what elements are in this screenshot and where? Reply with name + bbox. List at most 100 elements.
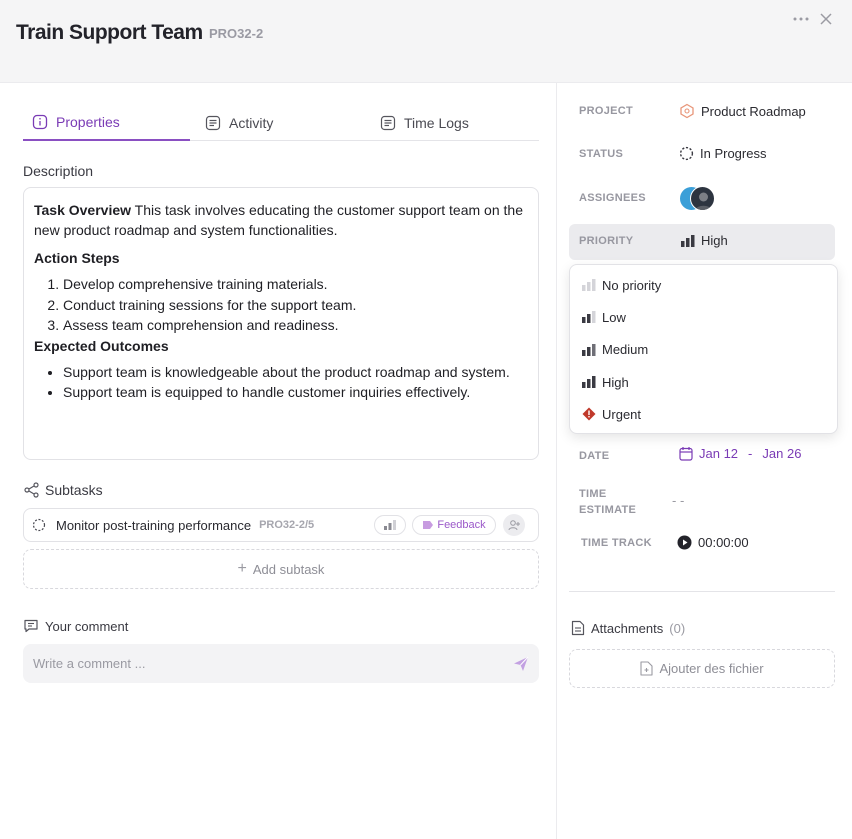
add-files-label: Ajouter des fichier bbox=[659, 661, 764, 676]
calendar-icon bbox=[679, 447, 693, 461]
tab-label: Time Logs bbox=[404, 115, 469, 131]
priority-option-low[interactable]: Low bbox=[570, 301, 837, 333]
track-value: 00:00:00 bbox=[698, 535, 749, 550]
date-end: Jan 26 bbox=[762, 446, 802, 461]
more-options-icon[interactable] bbox=[792, 10, 810, 28]
priority-bars-icon bbox=[384, 520, 396, 530]
time-estimate-label: TIME ESTIMATE bbox=[579, 486, 636, 518]
priority-selector[interactable]: High bbox=[681, 233, 728, 248]
date-selector[interactable]: Jan 12 - Jan 26 bbox=[679, 446, 801, 461]
high-priority-icon bbox=[582, 376, 596, 389]
status-value: In Progress bbox=[700, 146, 767, 161]
medium-priority-icon bbox=[582, 343, 596, 356]
list-item: Support team is knowledgeable about the … bbox=[63, 362, 528, 383]
status-selector[interactable]: In Progress bbox=[679, 146, 766, 161]
tab-time-logs[interactable]: Time Logs bbox=[380, 105, 469, 141]
urgent-icon bbox=[582, 407, 596, 421]
status-label: STATUS bbox=[579, 148, 624, 160]
priority-option-medium[interactable]: Medium bbox=[570, 334, 837, 366]
subtasks-header: Subtasks bbox=[23, 481, 103, 499]
add-files-button[interactable]: Ajouter des fichier bbox=[569, 649, 835, 688]
priority-dropdown: No priority Low Medium High Urgent bbox=[569, 264, 838, 434]
close-icon[interactable] bbox=[817, 10, 835, 28]
tag-label: Feedback bbox=[437, 519, 486, 531]
in-progress-icon bbox=[679, 146, 694, 161]
add-subtask-label: Add subtask bbox=[252, 561, 325, 577]
main-panel: Properties Activity Time Logs Descriptio… bbox=[0, 83, 557, 839]
priority-option-high[interactable]: High bbox=[570, 366, 837, 398]
date-start: Jan 12 bbox=[699, 446, 739, 461]
send-icon[interactable] bbox=[512, 655, 530, 673]
list-icon bbox=[205, 115, 221, 131]
option-label: Low bbox=[602, 309, 626, 325]
info-icon bbox=[32, 114, 48, 130]
option-label: Medium bbox=[602, 342, 649, 358]
project-value: Product Roadmap bbox=[701, 103, 806, 119]
task-header: Train Support Team PRO32-2 bbox=[0, 0, 852, 83]
add-user-icon bbox=[508, 520, 520, 531]
priority-bars-icon bbox=[681, 234, 695, 247]
tab-activity[interactable]: Activity bbox=[205, 105, 273, 141]
person-icon bbox=[695, 192, 712, 210]
plus-icon: + bbox=[237, 560, 247, 577]
comment-box bbox=[23, 644, 539, 683]
option-label: No priority bbox=[602, 277, 662, 293]
attachments-count: (0) bbox=[669, 620, 686, 636]
priority-value: High bbox=[701, 233, 728, 248]
avatar bbox=[690, 186, 715, 211]
add-subtask-button[interactable]: + Add subtask bbox=[23, 549, 539, 589]
subtask-name: Monitor post-training performance bbox=[56, 517, 252, 533]
comment-header: Your comment bbox=[23, 618, 128, 634]
label-line: ESTIMATE bbox=[579, 504, 637, 516]
tag-icon bbox=[423, 521, 434, 529]
subtask-row[interactable]: Monitor post-training performance PRO32-… bbox=[23, 508, 539, 542]
file-plus-icon bbox=[640, 661, 654, 676]
time-tracker: 00:00:00 bbox=[677, 535, 749, 550]
list-item: Support team is equipped to handle custo… bbox=[63, 382, 528, 403]
option-label: Urgent bbox=[602, 406, 642, 422]
log-icon bbox=[380, 115, 396, 131]
task-title: Train Support Team bbox=[16, 21, 203, 44]
comment-icon bbox=[24, 619, 38, 633]
subtask-tag-feedback[interactable]: Feedback bbox=[412, 515, 496, 535]
overview-paragraph: Task Overview This task involves educati… bbox=[34, 200, 528, 240]
project-icon bbox=[680, 103, 694, 119]
estimate-value: - - bbox=[672, 493, 685, 508]
attachments-header: Attachments (0) bbox=[571, 620, 685, 636]
assignees-avatars[interactable] bbox=[679, 186, 719, 212]
date-label: DATE bbox=[579, 450, 610, 462]
label-line: TIME bbox=[579, 488, 607, 500]
assignees-label: ASSIGNEES bbox=[579, 192, 646, 204]
outcomes-heading: Expected Outcomes bbox=[34, 337, 169, 354]
document-icon bbox=[571, 620, 585, 636]
priority-option-urgent[interactable]: Urgent bbox=[570, 398, 837, 430]
no-priority-icon bbox=[582, 279, 596, 292]
option-label: High bbox=[602, 374, 629, 390]
divider bbox=[569, 591, 835, 592]
project-selector[interactable]: Product Roadmap bbox=[679, 103, 806, 119]
in-progress-icon bbox=[32, 518, 46, 532]
attachments-label: Attachments bbox=[591, 620, 664, 636]
description-label: Description bbox=[23, 163, 94, 179]
task-code: PRO32-2 bbox=[209, 26, 264, 41]
time-estimate-input[interactable]: - - bbox=[672, 493, 684, 508]
subtasks-label: Subtasks bbox=[45, 482, 103, 498]
description-editor[interactable]: Task Overview This task involves educati… bbox=[23, 187, 539, 460]
date-separator: - bbox=[748, 446, 753, 461]
tab-bar: Properties Activity Time Logs bbox=[23, 105, 539, 141]
time-track-label: TIME TRACK bbox=[581, 537, 652, 549]
low-priority-icon bbox=[582, 311, 596, 324]
comment-input[interactable] bbox=[33, 656, 493, 671]
subtasks-icon bbox=[24, 482, 39, 498]
assign-user-button[interactable] bbox=[503, 514, 525, 536]
subtask-priority-button[interactable] bbox=[374, 515, 406, 535]
comment-label: Your comment bbox=[45, 618, 129, 634]
action-steps-heading: Action Steps bbox=[34, 250, 120, 266]
tab-label: Activity bbox=[229, 115, 274, 131]
priority-option-none[interactable]: No priority bbox=[570, 269, 837, 301]
tab-properties[interactable]: Properties bbox=[23, 105, 190, 141]
subtask-code: PRO32-2/5 bbox=[259, 519, 315, 531]
list-item: Assess team comprehension and readiness. bbox=[63, 315, 528, 336]
play-icon[interactable] bbox=[677, 535, 692, 550]
list-item: Conduct training sessions for the suppor… bbox=[63, 295, 528, 316]
